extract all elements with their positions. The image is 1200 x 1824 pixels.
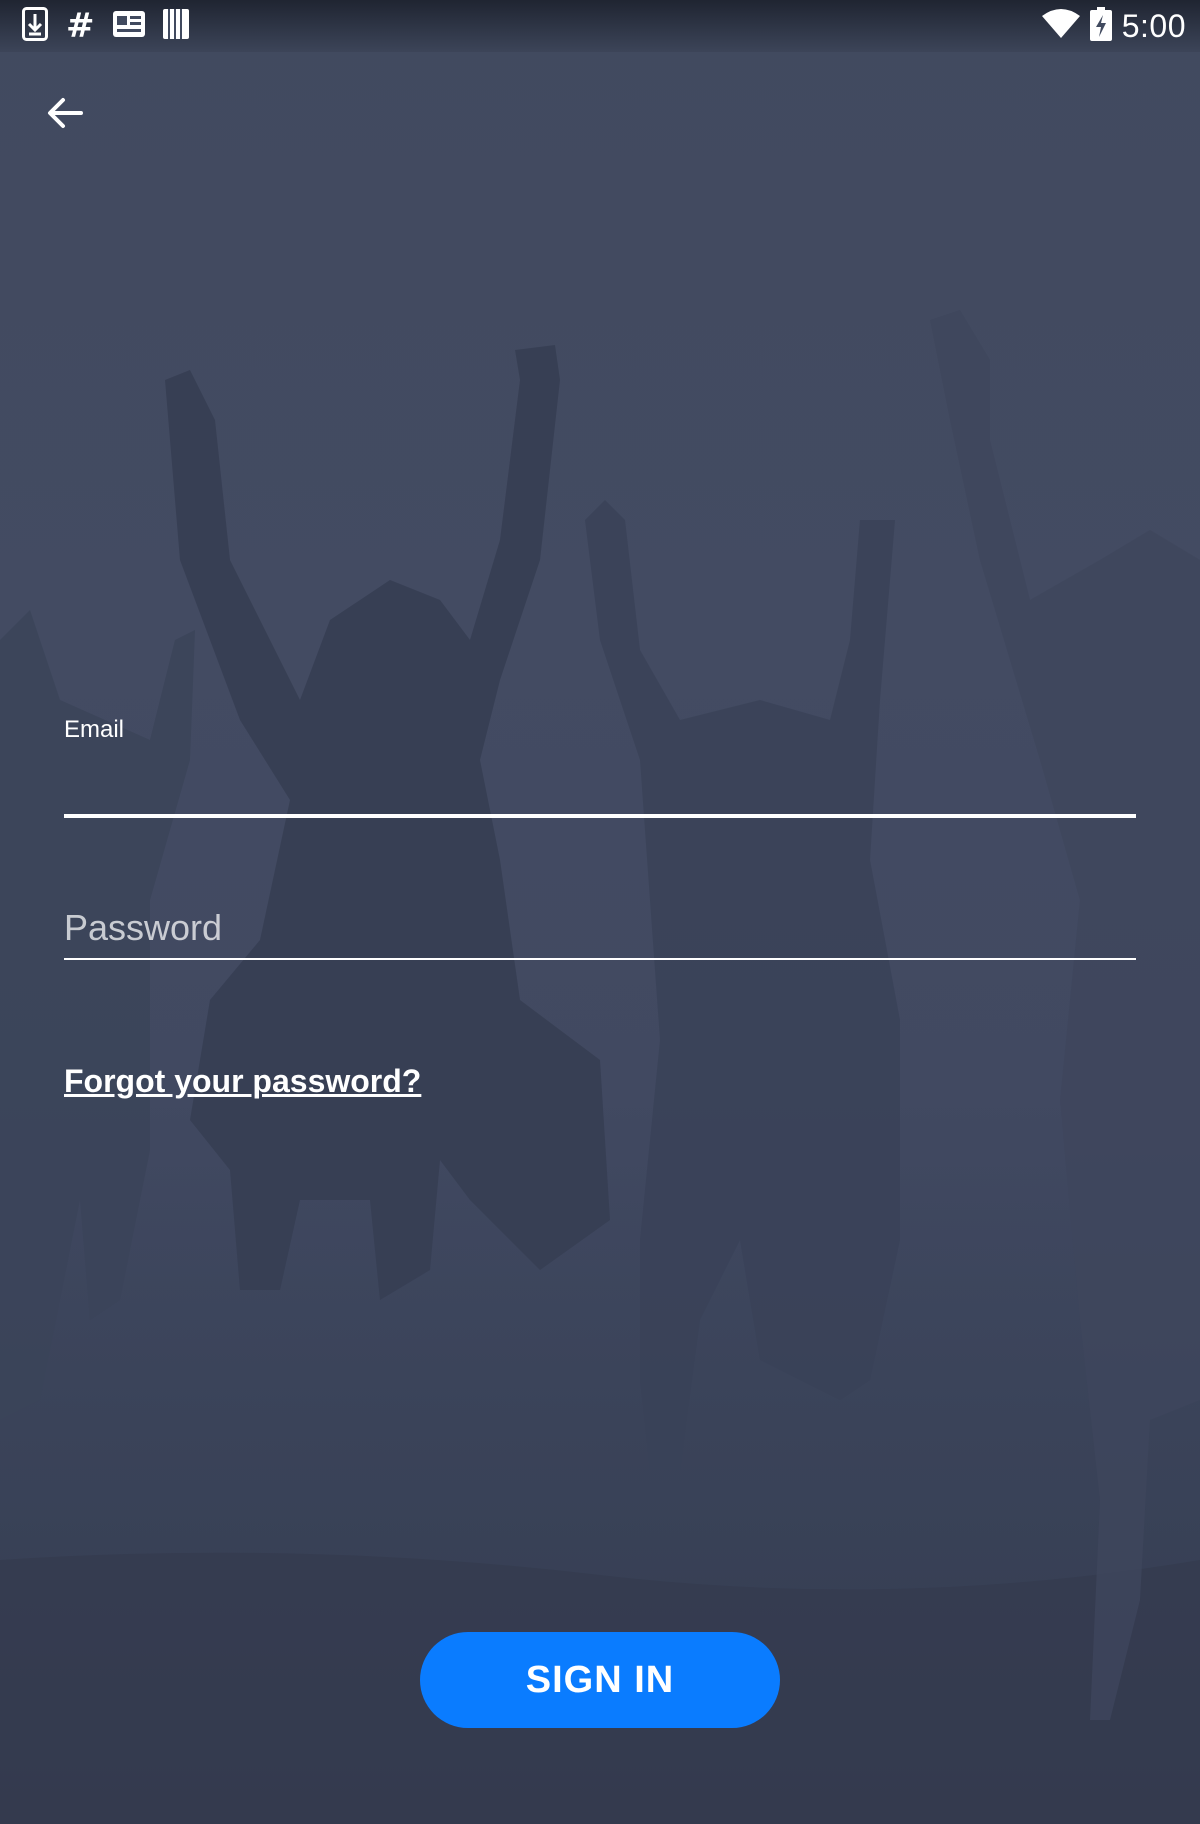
wifi-icon xyxy=(1041,8,1080,44)
battery-charging-icon xyxy=(1089,6,1112,46)
barcode-icon xyxy=(162,8,189,44)
password-field-container xyxy=(64,892,1136,962)
back-button[interactable] xyxy=(30,78,100,148)
email-label: Email xyxy=(64,716,125,743)
sign-in-button[interactable]: SIGN IN xyxy=(420,1632,780,1728)
sign-in-screen: # 5:00 Email Forgot your password? SIGN … xyxy=(0,0,1200,1824)
arrow-back-icon xyxy=(48,98,83,128)
status-notification-icons: # xyxy=(22,6,189,46)
forgot-password-link[interactable]: Forgot your password? xyxy=(64,1063,421,1100)
status-time: 5:00 xyxy=(1121,7,1186,44)
news-icon xyxy=(112,10,145,42)
email-field-container: Email xyxy=(64,716,1136,820)
status-system-icons: 5:00 xyxy=(1041,6,1186,46)
password-underline xyxy=(64,958,1136,960)
email-underline xyxy=(64,814,1136,818)
download-icon xyxy=(22,6,48,46)
password-field[interactable] xyxy=(64,902,1136,954)
email-field[interactable] xyxy=(64,758,1136,810)
hash-icon: # xyxy=(66,6,95,46)
status-bar: # 5:00 xyxy=(0,0,1200,52)
